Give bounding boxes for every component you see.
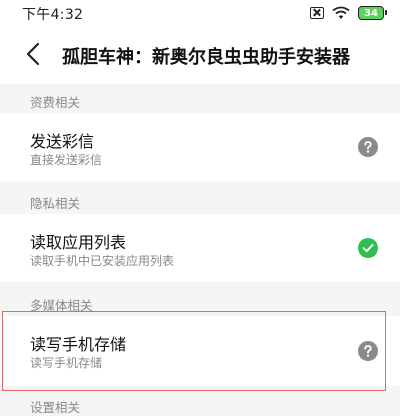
section-label-fees: 资费相关	[30, 95, 81, 110]
item-title: 读写手机存储	[30, 335, 127, 354]
back-arrow-icon[interactable]	[22, 40, 46, 68]
status-icons: 34	[310, 4, 387, 22]
status-time: 下午4:32	[22, 7, 84, 23]
item-subtitle: 读取手机中已安装应用列表	[30, 254, 175, 268]
page-title: 孤胆车神：新奥尔良虫虫助手安装器	[62, 47, 350, 68]
item-title: 发送彩信	[30, 132, 95, 151]
battery-level: 34	[364, 7, 378, 19]
wifi-icon	[332, 6, 350, 19]
checkmark-icon[interactable]	[358, 238, 378, 258]
notification-x-icon	[310, 7, 324, 19]
section-label-privacy: 隐私相关	[30, 196, 81, 211]
item-subtitle: 读写手机存储	[30, 356, 103, 370]
section-label-settings: 设置相关	[30, 400, 81, 415]
status-bar: 下午4:32 34	[0, 0, 400, 26]
item-subtitle: 直接发送彩信	[30, 153, 103, 167]
permission-item-storage[interactable]: 读写手机存储 读写手机存储	[0, 316, 400, 386]
section-label-multimedia: 多媒体相关	[30, 298, 93, 313]
item-title: 读取应用列表	[30, 233, 127, 252]
question-mark-icon[interactable]	[358, 137, 378, 157]
permission-item-read-app-list[interactable]: 读取应用列表 读取手机中已安装应用列表	[0, 214, 400, 282]
permission-item-send-mms[interactable]: 发送彩信 直接发送彩信	[0, 113, 400, 181]
battery-icon: 34	[358, 6, 387, 20]
question-mark-icon[interactable]	[358, 341, 378, 361]
app-header: 孤胆车神：新奥尔良虫虫助手安装器	[0, 26, 400, 84]
